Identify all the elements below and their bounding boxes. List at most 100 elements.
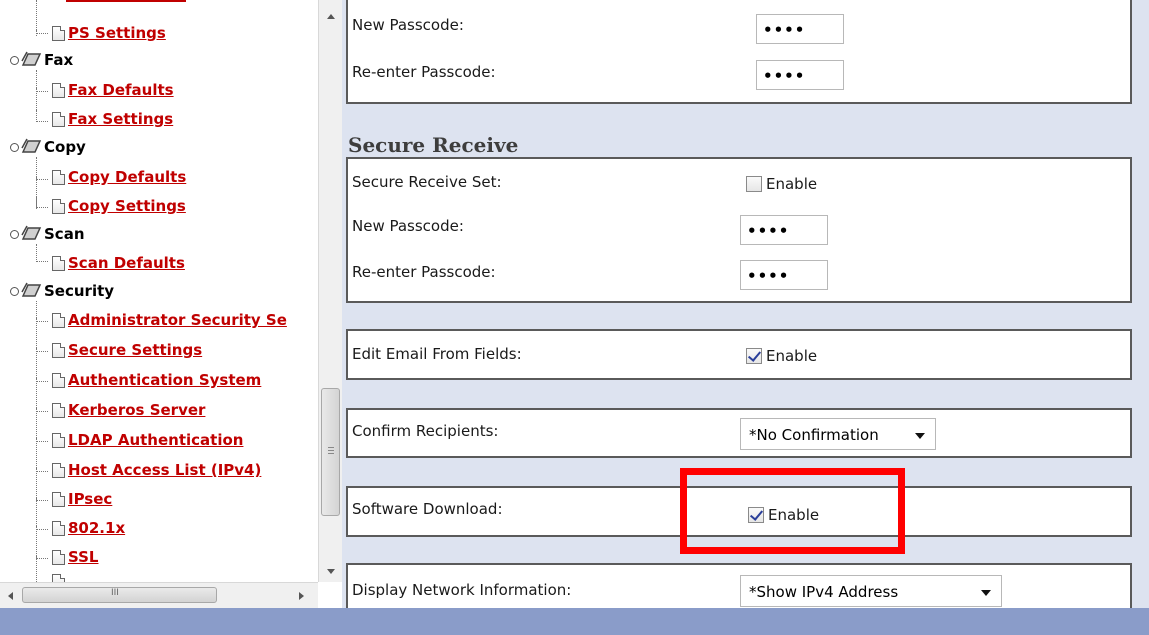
tree-link[interactable]: Fax Defaults: [68, 81, 174, 99]
page-icon: [52, 198, 65, 214]
expand-icon[interactable]: [10, 142, 19, 152]
reenter-passcode-label: Re-enter Passcode:: [352, 263, 496, 281]
tree-connector: [36, 408, 48, 412]
tree-item-ps-settings[interactable]: PS Settings: [52, 22, 166, 44]
page-icon: [52, 520, 65, 536]
checkbox-checked-icon[interactable]: [746, 348, 762, 364]
tree-link[interactable]: PS Settings: [68, 24, 166, 42]
display-network-label: Display Network Information:: [352, 581, 572, 599]
tree-folder-security[interactable]: Security: [10, 280, 114, 302]
tree-link[interactable]: Authentication System: [68, 371, 261, 389]
tree-item-802-1x[interactable]: 802.1x: [52, 517, 125, 539]
passcode-panel: New Passcode: •••• Re-enter Passcode: ••…: [346, 0, 1132, 104]
tree-item-fax-defaults[interactable]: Fax Defaults: [52, 79, 174, 101]
secure-new-passcode-field[interactable]: ••••: [740, 215, 828, 245]
expand-icon[interactable]: [10, 55, 19, 65]
secure-reenter-passcode-field[interactable]: ••••: [740, 260, 828, 290]
tree-item-ldap-authentication[interactable]: LDAP Authentication: [52, 429, 243, 451]
scroll-left-icon[interactable]: [8, 592, 13, 600]
tree-link[interactable]: Administrator Security Se: [68, 311, 287, 329]
settings-content: New Passcode: •••• Re-enter Passcode: ••…: [342, 0, 1149, 608]
page-icon: [52, 312, 65, 328]
expand-icon[interactable]: [10, 286, 19, 296]
edit-email-label: Edit Email From Fields:: [352, 345, 522, 363]
tree-link[interactable]: LDAP Authentication: [68, 431, 243, 449]
display-network-panel: Display Network Information: *Show IPv4 …: [346, 563, 1132, 608]
tree-link[interactable]: IPsec: [68, 490, 112, 508]
tree-item-ipsec[interactable]: IPsec: [52, 488, 112, 510]
tree-link[interactable]: Fax Settings: [68, 110, 173, 128]
page-icon: [52, 462, 65, 478]
checkbox-label: Enable: [766, 347, 818, 365]
edit-email-enable-checkbox[interactable]: Enable: [746, 347, 817, 365]
scroll-thumb[interactable]: [321, 388, 340, 516]
tree-item-scan-defaults[interactable]: Scan Defaults: [52, 252, 185, 274]
tree-connector: [36, 378, 48, 382]
tree-vertical-scrollbar[interactable]: [318, 0, 342, 582]
clipped-item: [52, 574, 312, 582]
tree-link[interactable]: 802.1x: [68, 519, 125, 537]
tree-item-copy-settings[interactable]: Copy Settings: [52, 195, 186, 217]
display-network-select[interactable]: *Show IPv4 Address: [740, 575, 1002, 607]
tree-link[interactable]: Copy Defaults: [68, 168, 186, 186]
scroll-up-icon[interactable]: [327, 14, 335, 19]
scroll-thumb[interactable]: III: [22, 587, 217, 603]
new-passcode-label: New Passcode:: [352, 16, 464, 34]
tree-folder-fax[interactable]: Fax: [10, 49, 73, 71]
reenter-passcode-field[interactable]: ••••: [756, 60, 844, 90]
tree-item-fax-settings[interactable]: Fax Settings: [52, 108, 173, 130]
tree-connector: [36, 88, 48, 92]
tree-link[interactable]: Kerberos Server: [68, 401, 205, 419]
page-icon: [52, 169, 65, 185]
secure-receive-enable-checkbox[interactable]: Enable: [746, 175, 817, 193]
tree-connector: [36, 555, 48, 559]
confirm-recipients-label: Confirm Recipients:: [352, 422, 499, 440]
select-value: *No Confirmation: [749, 426, 879, 444]
tree-item-admin-security[interactable]: Administrator Security Se: [52, 309, 287, 331]
tree-connector: [36, 244, 48, 262]
tree-link[interactable]: Secure Settings: [68, 341, 202, 359]
page-icon: [52, 25, 65, 41]
tree-link[interactable]: SSL: [68, 548, 99, 566]
folder-icon: [20, 138, 42, 156]
scroll-right-icon[interactable]: [299, 592, 304, 600]
folder-icon: [20, 225, 42, 243]
tree-item-ssl[interactable]: SSL: [52, 546, 99, 568]
tree-connector: [36, 110, 48, 122]
page-icon: [52, 549, 65, 565]
tree-folder-label: Copy: [44, 138, 86, 156]
tree-link[interactable]: Copy Settings: [68, 197, 186, 215]
tree-connector: [36, 176, 48, 180]
tree-item-host-access-list[interactable]: Host Access List (IPv4): [52, 459, 261, 481]
tree-connector: [36, 196, 48, 208]
new-passcode-field[interactable]: ••••: [756, 14, 844, 44]
page-icon: [52, 111, 65, 127]
checkbox-unchecked-icon[interactable]: [746, 176, 762, 192]
tree-folder-copy[interactable]: Copy: [10, 136, 86, 158]
chevron-down-icon: [981, 590, 991, 596]
scroll-down-icon[interactable]: [327, 569, 335, 574]
tree-link[interactable]: Host Access List (IPv4): [68, 461, 261, 479]
tree-horizontal-scrollbar[interactable]: III: [0, 582, 318, 608]
tree-link[interactable]: Scan Defaults: [68, 254, 185, 272]
page-icon: [52, 372, 65, 388]
page-icon: [52, 402, 65, 418]
tree-folder-label: Security: [44, 282, 115, 300]
secure-receive-title: Secure Receive: [348, 133, 519, 157]
tree-folder-label: Scan: [44, 225, 85, 243]
chevron-down-icon: [915, 433, 925, 439]
tree-connector: [36, 318, 48, 322]
tree-item-authentication-system[interactable]: Authentication System: [52, 369, 261, 391]
tree-item-secure-settings[interactable]: Secure Settings: [52, 339, 202, 361]
tree-folder-scan[interactable]: Scan: [10, 223, 85, 245]
software-download-label: Software Download:: [352, 500, 503, 518]
tree-item-copy-defaults[interactable]: Copy Defaults: [52, 166, 186, 188]
expand-icon[interactable]: [10, 229, 19, 239]
tree-item-kerberos-server[interactable]: Kerberos Server: [52, 399, 205, 421]
confirm-recipients-select[interactable]: *No Confirmation: [740, 418, 936, 450]
highlight-box: [680, 468, 905, 554]
page-icon: [52, 432, 65, 448]
edit-email-panel: Edit Email From Fields: Enable: [346, 329, 1132, 380]
tree-connector: [36, 468, 48, 472]
tree-connector: [36, 30, 48, 34]
